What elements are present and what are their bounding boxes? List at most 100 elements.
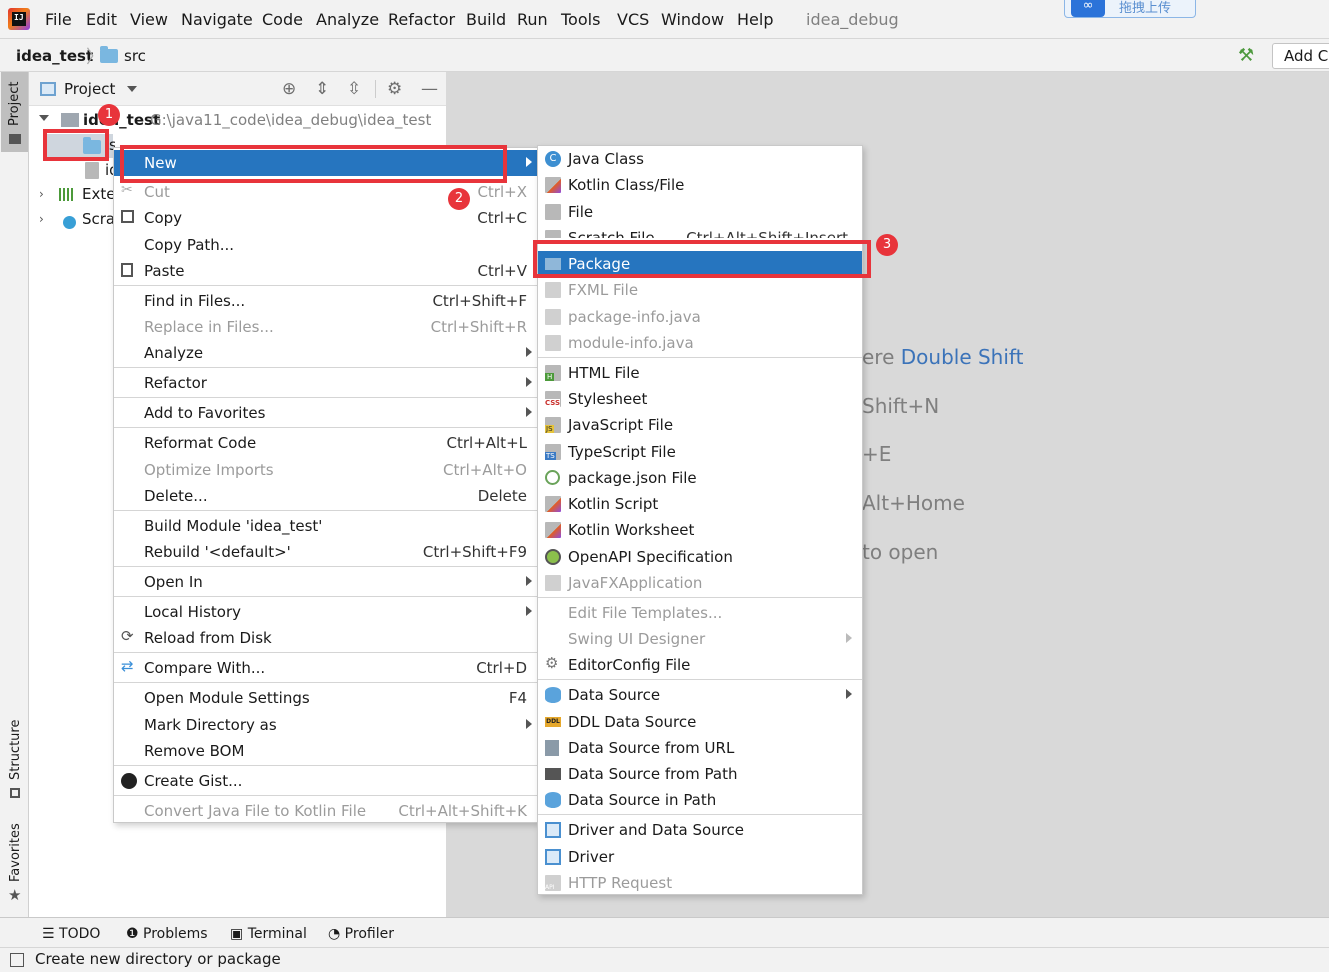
submenu-item-data-source-in-path[interactable]: Data Source in Path xyxy=(538,787,862,813)
submenu-item-openapi[interactable]: OpenAPI Specification xyxy=(538,544,862,570)
menu-tools[interactable]: Tools xyxy=(561,10,600,29)
gear-icon[interactable]: ⚙ xyxy=(387,79,402,99)
menu-code[interactable]: Code xyxy=(262,10,303,29)
menu-item-remove-bom[interactable]: Remove BOM xyxy=(114,738,537,764)
menu-item-analyze[interactable]: Analyze xyxy=(114,340,537,366)
submenu-item-ddl-data-source[interactable]: DDL DDL Data Source xyxy=(538,709,862,735)
menu-vcs[interactable]: VCS xyxy=(617,10,649,29)
menu-refactor[interactable]: Refactor xyxy=(388,10,455,29)
menu-navigate[interactable]: Navigate xyxy=(181,10,253,29)
submenu-item-java-class[interactable]: C Java Class xyxy=(538,146,862,172)
menu-item-refactor[interactable]: Refactor xyxy=(114,370,537,396)
menu-edit[interactable]: Edit xyxy=(86,10,117,29)
submenu-item-kotlin-worksheet[interactable]: Kotlin Worksheet xyxy=(538,517,862,543)
status-toggle-icon[interactable] xyxy=(10,953,24,967)
submenu-item-scratch-file[interactable]: Scratch File Ctrl+Alt+Shift+Insert xyxy=(538,225,862,238)
database-icon xyxy=(545,792,561,808)
submenu-item-module-info[interactable]: module-info.java xyxy=(538,330,862,356)
chevron-down-icon[interactable] xyxy=(39,115,49,121)
menu-item-open-module-settings[interactable]: Open Module Settings F4 xyxy=(114,685,537,711)
expand-all-icon[interactable]: ⇕ xyxy=(315,79,329,99)
panel-title[interactable]: Project xyxy=(64,80,115,98)
submenu-item-data-source-from-url[interactable]: Data Source from URL xyxy=(538,735,862,761)
submenu-item-data-source[interactable]: Data Source xyxy=(538,682,862,708)
menu-item-build-module[interactable]: Build Module 'idea_test' xyxy=(114,513,537,539)
menu-item-paste[interactable]: Paste Ctrl+V xyxy=(114,258,537,284)
submenu-item-typescript-file[interactable]: TS TypeScript File xyxy=(538,439,862,465)
menu-item-add-to-favorites[interactable]: Add to Favorites xyxy=(114,400,537,426)
menu-window[interactable]: Window xyxy=(661,10,724,29)
navigation-bar: idea_test 〉 src ⚒ Add C xyxy=(0,38,1329,72)
tab-todo[interactable]: ☰ TODO xyxy=(42,926,100,942)
menu-item-mark-directory-as[interactable]: Mark Directory as xyxy=(114,712,537,738)
bottom-tool-tabs: ☰ TODO ❶ Problems ▣ Terminal ◔ Profiler xyxy=(0,917,1329,947)
breadcrumb-project[interactable]: idea_test xyxy=(16,47,93,65)
locate-target-icon[interactable]: ⊕ xyxy=(282,79,296,99)
submenu-item-http-request[interactable]: API HTTP Request xyxy=(538,870,862,896)
menu-help[interactable]: Help xyxy=(737,10,773,29)
menu-item-convert-java-to-kotlin[interactable]: Convert Java File to Kotlin File Ctrl+Alt… xyxy=(114,798,537,824)
tab-terminal[interactable]: ▣ Terminal xyxy=(230,926,307,942)
submenu-item-javafx-application[interactable]: JavaFXApplication xyxy=(538,570,862,596)
menu-item-replace-in-files[interactable]: Replace in Files... Ctrl+Shift+R xyxy=(114,314,537,340)
menu-run[interactable]: Run xyxy=(517,10,548,29)
collapse-all-icon[interactable]: ⇳ xyxy=(347,79,361,99)
chevron-right-icon[interactable]: › xyxy=(39,212,44,226)
menu-item-open-in[interactable]: Open In xyxy=(114,569,537,595)
menu-item-copy-path[interactable]: Copy Path... xyxy=(114,232,537,258)
favorites-tool-tab[interactable]: Favorites ★ xyxy=(1,823,28,914)
add-configuration-button[interactable]: Add C xyxy=(1272,43,1329,69)
intellij-logo-icon: IJ xyxy=(8,8,30,30)
menu-separator xyxy=(114,682,537,683)
submenu-item-kotlin-script[interactable]: Kotlin Script xyxy=(538,491,862,517)
tab-problems[interactable]: ❶ Problems xyxy=(126,926,208,942)
menu-item-reload-from-disk[interactable]: ⟳ Reload from Disk xyxy=(114,625,537,651)
submenu-item-driver-and-data-source[interactable]: Driver and Data Source xyxy=(538,817,862,843)
menu-item-delete[interactable]: Delete... Delete xyxy=(114,483,537,509)
menu-analyze[interactable]: Analyze xyxy=(316,10,379,29)
menu-file[interactable]: File xyxy=(45,10,72,29)
tab-profiler[interactable]: ◔ Profiler xyxy=(328,926,394,942)
menu-item-rebuild[interactable]: Rebuild '<default>' Ctrl+Shift+F9 xyxy=(114,539,537,565)
submenu-item-javascript-file[interactable]: JS JavaScript File xyxy=(538,412,862,438)
build-hammer-icon[interactable]: ⚒ xyxy=(1238,45,1254,66)
scissors-icon: ✂ xyxy=(121,182,133,198)
compare-arrows-icon: ⇄ xyxy=(121,657,134,675)
database-icon xyxy=(545,687,561,703)
chevron-right-icon[interactable]: › xyxy=(39,187,44,201)
menu-item-find-in-files[interactable]: Find in Files... Ctrl+Shift+F xyxy=(114,288,537,314)
minimize-icon[interactable]: — xyxy=(421,79,438,99)
menu-view[interactable]: View xyxy=(130,10,168,29)
menu-separator xyxy=(538,814,862,815)
menu-item-local-history[interactable]: Local History xyxy=(114,599,537,625)
iml-file-icon xyxy=(85,162,99,179)
menu-build[interactable]: Build xyxy=(466,10,506,29)
submenu-item-swing-ui-designer[interactable]: Swing UI Designer xyxy=(538,626,862,652)
menu-item-reformat-code[interactable]: Reformat Code Ctrl+Alt+L xyxy=(114,430,537,456)
menu-item-create-gist[interactable]: Create Gist... xyxy=(114,768,537,794)
submenu-item-html-file[interactable]: H HTML File xyxy=(538,360,862,386)
submenu-item-editorconfig[interactable]: ⚙ EditorConfig File xyxy=(538,652,862,678)
menu-item-optimize-imports[interactable]: Optimize Imports Ctrl+Alt+O xyxy=(114,457,537,483)
breadcrumb-src[interactable]: src xyxy=(124,47,146,65)
hint-search-everywhere: ere Double Shift xyxy=(862,345,1024,369)
submenu-item-kotlin-class[interactable]: Kotlin Class/File xyxy=(538,172,862,198)
submenu-item-edit-file-templates[interactable]: Edit File Templates... xyxy=(538,600,862,626)
chevron-down-icon[interactable] xyxy=(127,86,137,92)
menu-separator xyxy=(114,397,537,398)
menu-item-copy[interactable]: Copy Ctrl+C xyxy=(114,205,537,231)
submenu-item-file[interactable]: File xyxy=(538,199,862,225)
menu-item-compare-with[interactable]: ⇄ Compare With... Ctrl+D xyxy=(114,655,537,681)
kotlin-worksheet-icon xyxy=(545,522,561,538)
project-tool-tab[interactable]: Project xyxy=(1,72,28,152)
submenu-item-package-json[interactable]: package.json File xyxy=(538,465,862,491)
status-message: Create new directory or package xyxy=(35,950,281,968)
submenu-item-fxml-file[interactable]: FXML File xyxy=(538,277,862,303)
submenu-item-driver[interactable]: Driver xyxy=(538,844,862,870)
status-bar: Create new directory or package xyxy=(0,947,1329,972)
submenu-item-data-source-from-path[interactable]: Data Source from Path xyxy=(538,761,862,787)
structure-tool-tab[interactable]: Structure xyxy=(1,716,28,806)
submenu-item-package-info[interactable]: package-info.java xyxy=(538,304,862,330)
submenu-item-stylesheet[interactable]: CSS Stylesheet xyxy=(538,386,862,412)
upload-widget[interactable]: ∞ 拖拽上传 xyxy=(1064,0,1196,18)
